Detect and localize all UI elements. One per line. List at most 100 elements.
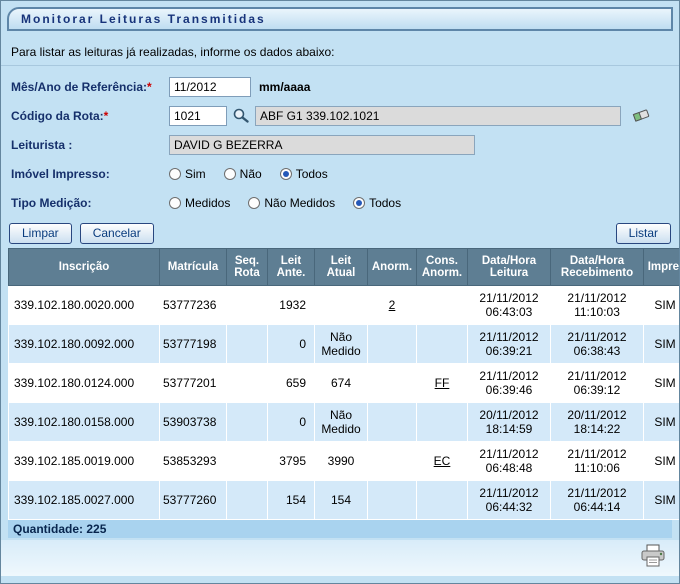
table-cell: 21/11/2012 06:38:43 xyxy=(551,325,644,364)
radio-medicao-todos[interactable]: Todos xyxy=(353,196,401,210)
table-cell: 21/11/2012 06:39:21 xyxy=(468,325,551,364)
cancelar-button[interactable]: Cancelar xyxy=(80,223,154,244)
table-cell xyxy=(227,442,268,481)
table-cell: 53777198 xyxy=(160,325,227,364)
table-cell xyxy=(417,481,468,520)
table-cell xyxy=(417,286,468,325)
radio-imovel-sim[interactable]: Sim xyxy=(169,167,206,181)
table-cell xyxy=(368,481,417,520)
table-row: 339.102.180.0092.000537771980Não Medido2… xyxy=(9,325,680,364)
rota-descricao-field: ABF G1 339.102.1021 xyxy=(255,106,621,126)
table-cell: 0 xyxy=(268,403,315,442)
anormalidade-link[interactable]: 2 xyxy=(389,298,396,312)
column-header-matricula: Matrícula xyxy=(160,249,227,286)
table-cell: 21/11/2012 06:48:48 xyxy=(468,442,551,481)
column-header-cons-anorm: Cons. Anorm. xyxy=(417,249,468,286)
required-mark: * xyxy=(147,80,152,94)
table-cell: 2 xyxy=(368,286,417,325)
table-cell: 53777201 xyxy=(160,364,227,403)
column-header-impre: Impre. xyxy=(644,249,680,286)
table-cell: 53777260 xyxy=(160,481,227,520)
table-cell: SIM xyxy=(644,286,680,325)
imovel-impresso-label: Imóvel Impresso: xyxy=(11,167,169,181)
table-cell: 21/11/2012 11:10:06 xyxy=(551,442,644,481)
eraser-icon[interactable] xyxy=(631,107,651,124)
table-cell: 21/11/2012 11:10:03 xyxy=(551,286,644,325)
table-cell: 154 xyxy=(268,481,315,520)
listar-button[interactable]: Listar xyxy=(616,223,671,244)
table-cell: SIM xyxy=(644,403,680,442)
table-cell xyxy=(315,286,368,325)
column-header-inscricao: Inscrição xyxy=(9,249,160,286)
table-cell: 339.102.180.0158.000 xyxy=(9,403,160,442)
table-cell: 154 xyxy=(315,481,368,520)
limpar-button[interactable]: Limpar xyxy=(9,223,72,244)
table-cell xyxy=(368,364,417,403)
table-cell: 1932 xyxy=(268,286,315,325)
results-table-area: Inscrição Matrícula Seq. Rota Leit Ante.… xyxy=(8,248,672,520)
column-header-seq-rota: Seq. Rota xyxy=(227,249,268,286)
table-cell: 21/11/2012 06:44:14 xyxy=(551,481,644,520)
mes-ano-input[interactable] xyxy=(169,77,251,97)
leiturista-field: DAVID G BEZERRA xyxy=(169,135,475,155)
column-header-data-recebimento: Data/Hora Recebimento xyxy=(551,249,644,286)
table-row: 339.102.180.0158.000539037380Não Medido2… xyxy=(9,403,680,442)
table-cell: 339.102.180.0124.000 xyxy=(9,364,160,403)
quantidade-value: 225 xyxy=(86,522,106,536)
radio-selected-icon[interactable] xyxy=(353,197,365,209)
table-cell: 339.102.180.0092.000 xyxy=(9,325,160,364)
codigo-rota-label: Código da Rota:* xyxy=(11,109,169,123)
table-cell xyxy=(227,364,268,403)
radio-nao-medidos[interactable]: Não Medidos xyxy=(248,196,335,210)
form-row-tipo-medicao: Tipo Medição: Medidos Não Medidos Todos xyxy=(1,188,679,217)
table-row: 339.102.180.0124.00053777201 659674 FF 21/1… xyxy=(9,364,680,403)
table-cell xyxy=(227,325,268,364)
table-cell: SIM xyxy=(644,364,680,403)
column-header-leit-atual: Leit Atual xyxy=(315,249,368,286)
form-row-leiturista: Leiturista : DAVID G BEZERRA xyxy=(1,130,679,159)
table-cell: 3990 xyxy=(315,442,368,481)
table-cell: FF xyxy=(417,364,468,403)
codigo-rota-input[interactable] xyxy=(169,106,227,126)
column-header-data-leitura: Data/Hora Leitura xyxy=(468,249,551,286)
table-cell: 53853293 xyxy=(160,442,227,481)
radio-icon[interactable] xyxy=(224,168,236,180)
printer-icon[interactable] xyxy=(639,544,667,573)
radio-icon[interactable] xyxy=(169,168,181,180)
tipo-medicao-label: Tipo Medição: xyxy=(11,196,169,210)
mes-ano-format-hint: mm/aaaa xyxy=(259,80,310,94)
table-cell: 21/11/2012 06:43:03 xyxy=(468,286,551,325)
radio-imovel-todos[interactable]: Todos xyxy=(280,167,328,181)
bottom-strip xyxy=(1,540,679,576)
table-cell xyxy=(227,403,268,442)
radio-icon[interactable] xyxy=(248,197,260,209)
table-cell: SIM xyxy=(644,325,680,364)
quantidade-bar: Quantidade: 225 xyxy=(8,520,672,538)
table-cell: Não Medido xyxy=(315,325,368,364)
radio-medidos[interactable]: Medidos xyxy=(169,196,230,210)
cons-anormalidade-link[interactable]: EC xyxy=(434,454,451,468)
table-cell xyxy=(417,325,468,364)
column-header-anorm: Anorm. xyxy=(368,249,417,286)
table-row: 339.102.185.0027.0005377726015415421/11/… xyxy=(9,481,680,520)
cons-anormalidade-link[interactable]: FF xyxy=(435,376,450,390)
page-title: Monitorar Leituras Transmitidas xyxy=(21,12,266,26)
table-row: 339.102.180.0020.000537772361932221/11/2… xyxy=(9,286,680,325)
table-cell: 21/11/2012 06:44:32 xyxy=(468,481,551,520)
table-cell: 21/11/2012 06:39:46 xyxy=(468,364,551,403)
table-cell: 21/11/2012 06:39:12 xyxy=(551,364,644,403)
table-row: 339.102.185.0019.0005385329337953990EC21… xyxy=(9,442,680,481)
table-cell: EC xyxy=(417,442,468,481)
table-cell: SIM xyxy=(644,442,680,481)
radio-icon[interactable] xyxy=(169,197,181,209)
table-cell: 659 xyxy=(268,364,315,403)
search-icon[interactable] xyxy=(232,107,250,124)
table-cell xyxy=(368,442,417,481)
table-cell: SIM xyxy=(644,481,680,520)
radio-selected-icon[interactable] xyxy=(280,168,292,180)
intro-text: Para listar as leituras já realizadas, i… xyxy=(11,45,669,59)
table-cell: 3795 xyxy=(268,442,315,481)
divider xyxy=(1,65,679,66)
radio-imovel-nao[interactable]: Não xyxy=(224,167,262,181)
table-cell: 674 xyxy=(315,364,368,403)
